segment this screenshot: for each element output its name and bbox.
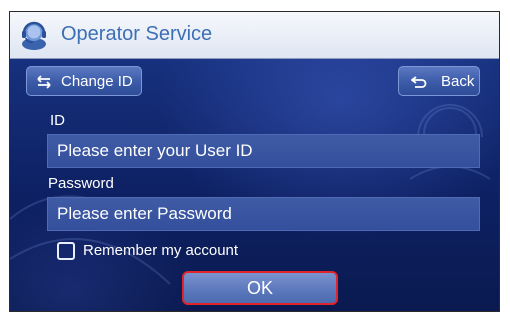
swap-arrows-icon <box>37 75 51 89</box>
user-id-input[interactable]: Please enter your User ID <box>47 134 480 168</box>
change-id-label: Change ID <box>61 73 133 90</box>
return-arrow-icon <box>411 76 427 88</box>
title-bar: Operator Service <box>10 12 499 59</box>
remember-account-label[interactable]: Remember my account <box>83 242 238 259</box>
operator-service-window: Operator Service Change ID Back ID Pleas… <box>9 11 500 312</box>
password-label: Password <box>48 175 114 192</box>
back-label: Back <box>441 73 475 90</box>
password-input[interactable]: Please enter Password <box>47 197 480 231</box>
remember-account-checkbox[interactable] <box>57 242 75 260</box>
page-title: Operator Service <box>61 23 213 45</box>
ok-button[interactable]: OK <box>182 271 338 305</box>
operator-headset-icon <box>22 21 46 50</box>
change-id-button[interactable]: Change ID <box>26 66 142 96</box>
login-panel: Change ID Back ID Please enter your User… <box>10 59 499 311</box>
back-button[interactable]: Back <box>398 66 480 96</box>
id-label: ID <box>50 112 65 129</box>
